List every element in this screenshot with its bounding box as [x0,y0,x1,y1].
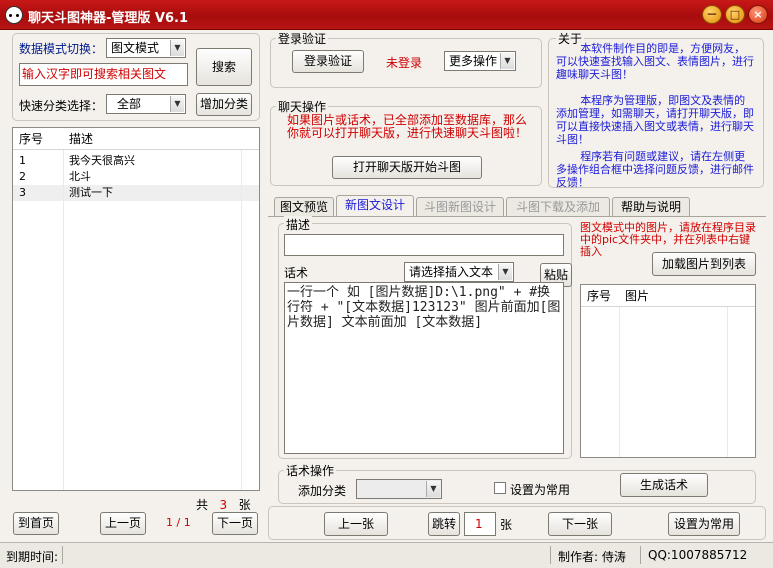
chevron-down-icon: ▼ [500,53,514,69]
more-ops-select[interactable]: 更多操作 ▼ [444,51,516,71]
page-indicator: 1 / 1 [166,516,191,529]
search-button[interactable]: 搜索 [196,48,252,86]
login-status: 未登录 [386,56,423,70]
chevron-down-icon: ▼ [170,96,184,112]
about-text-1: 本软件制作目的即是，方便网友，可以快速查找输入图文、表情图片，进行趣味聊天斗图！ [556,42,754,81]
total-suffix: 张 [238,498,251,512]
tab-help[interactable]: 帮助与说明 [612,197,690,217]
col-header-pic: 图片 [625,289,650,303]
row-desc: 测试一下 [69,186,113,199]
col-header-no: 序号 [587,289,612,303]
add-cat-label: 添加分类 [298,484,347,498]
title-bar: 聊天斗图神器-管理版 V6.1 － □ × [0,0,773,30]
next-image-button[interactable]: 下一张 [548,512,612,536]
chevron-down-icon: ▼ [426,481,440,497]
mode-select[interactable]: 图文模式 ▼ [106,38,186,58]
prev-image-button[interactable]: 上一张 [324,512,388,536]
category-select-value: 全部 [117,97,142,111]
more-ops-value: 更多操作 [449,54,498,68]
chevron-down-icon: ▼ [170,40,184,56]
open-chat-button[interactable]: 打开聊天版开始斗图 [332,156,482,179]
list-item[interactable]: 1 我今天很高兴 [13,153,259,169]
total-number: 3 [219,498,228,512]
chevron-down-icon: ▼ [498,264,512,280]
row-desc: 北斗 [69,170,91,183]
page-input[interactable]: 1 [464,512,496,536]
record-list[interactable]: 序号 描述 1 我今天很高兴 2 北斗 3 测试一下 [12,127,260,491]
maximize-button[interactable]: □ [725,5,745,24]
speech-label: 话术 [284,266,309,280]
row-no: 2 [19,170,26,183]
speech-textarea[interactable]: 一行一个 如 [图片数据]D:\1.png" + #换行符 + "[文本数据]1… [284,282,564,454]
prev-page-button[interactable]: 上一页 [100,512,146,535]
status-bar: 到期时间: 制作者: 侍涛 QQ:1007885712 [0,542,773,568]
add-category-button[interactable]: 增加分类 [196,93,252,116]
page-unit: 张 [500,518,513,532]
row-desc: 我今天很高兴 [69,154,135,167]
desc-input[interactable] [284,234,564,256]
login-group-title: 登录验证 [276,30,329,47]
category-label: 快速分类选择： [19,99,104,113]
author-label: 制作者: 侍涛 [558,550,626,564]
qq-label: QQ:1007885712 [648,548,748,562]
app-icon [5,6,23,24]
load-pics-button[interactable]: 加载图片到列表 [652,252,756,276]
generate-speech-button[interactable]: 生成话术 [620,473,708,497]
close-button[interactable]: × [748,5,768,24]
speech-ops-title: 话术操作 [284,462,337,479]
set-common-button[interactable]: 设置为常用 [668,512,740,536]
set-common-checkbox[interactable] [494,482,506,494]
category-select[interactable]: 全部 ▼ [106,94,186,114]
insert-text-value: 请选择插入文本 [409,265,494,279]
tab-preview[interactable]: 图文预览 [274,197,334,217]
col-header-no: 序号 [19,132,44,146]
total-count: 共 3 张 [196,496,251,513]
list-item[interactable]: 3 测试一下 [13,185,259,201]
total-prefix: 共 [196,498,209,512]
list-header: 序号 描述 [13,128,259,150]
list-item[interactable]: 2 北斗 [13,169,259,185]
search-input[interactable]: 输入汉字即可搜索相关图文 [19,63,188,86]
col-header-desc: 描述 [69,132,94,146]
about-text-3: 程序若有问题或建议，请在左侧更多操作组合框中选择问题反馈，进行邮件反馈！ [556,150,754,189]
insert-text-select[interactable]: 请选择插入文本 ▼ [404,262,514,282]
about-text-2: 本程序为管理版，即图文及表情的添加管理，如需聊天，请打开聊天版，即可以直接快速插… [556,94,754,146]
row-no: 1 [19,154,26,167]
mode-label: 数据模式切换： [19,42,104,56]
minimize-button[interactable]: － [702,5,722,24]
add-cat-select[interactable]: ▼ [356,479,442,499]
mode-select-value: 图文模式 [111,41,160,55]
chat-hint: 如果图片或话术，已全部添加至数据库，那么你就可以打开聊天版，进行快速聊天斗图啦！ [286,113,527,140]
tab-meme-design[interactable]: 斗图新图设计 [416,197,504,217]
tab-new-design[interactable]: 新图文设计 [336,195,414,217]
window-title: 聊天斗图神器-管理版 V6.1 [28,11,189,26]
pic-list-header: 序号 图片 [581,285,755,307]
desc-label: 描述 [284,216,313,233]
jump-button[interactable]: 跳转 [428,512,460,536]
first-page-button[interactable]: 到首页 [13,512,59,535]
tab-meme-download[interactable]: 斗图下载及添加 [506,197,610,217]
login-verify-button[interactable]: 登录验证 [292,50,364,73]
expire-label: 到期时间: [6,550,59,564]
row-no: 3 [19,186,26,199]
pic-list[interactable]: 序号 图片 [580,284,756,458]
next-page-button[interactable]: 下一页 [212,512,258,535]
set-common-label: 设置为常用 [510,483,571,497]
